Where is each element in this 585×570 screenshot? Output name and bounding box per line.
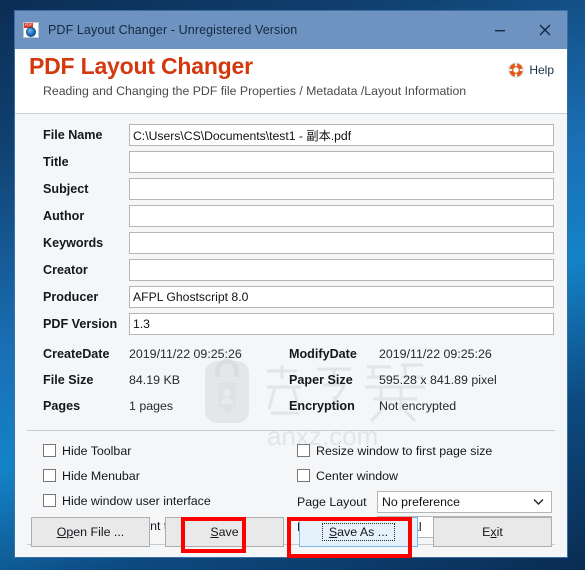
producer-input[interactable] xyxy=(129,286,554,308)
checkbox-label: Center window xyxy=(316,469,398,483)
checkbox-label: Hide window user interface xyxy=(62,494,211,508)
label-subject: Subject xyxy=(43,182,89,196)
divider xyxy=(27,430,555,431)
label-pdf-version: PDF Version xyxy=(43,317,118,331)
label-keywords: Keywords xyxy=(43,236,104,250)
value-pages: 1 pages xyxy=(129,399,174,413)
label-create-date: CreateDate xyxy=(43,347,110,361)
value-encryption: Not encrypted xyxy=(379,399,457,413)
button-bar: Open File ... Save Save As ... Exit xyxy=(15,509,567,557)
page-title: PDF Layout Changer xyxy=(29,53,253,79)
field-row-producer: Producer xyxy=(15,286,567,312)
window-controls xyxy=(477,11,567,49)
pdf-globe-icon: PDF xyxy=(23,22,39,38)
exit-button[interactable]: Exit xyxy=(433,517,552,547)
label-title: Title xyxy=(43,155,69,169)
header-band: PDF Layout Changer Reading and Changing … xyxy=(15,49,567,114)
field-row-creator: Creator xyxy=(15,259,567,285)
field-row-pdf-version: PDF Version xyxy=(15,313,567,339)
app-window: PDF PDF Layout Changer - Unregistered Ve… xyxy=(14,10,568,558)
pdf-version-input[interactable] xyxy=(129,313,554,335)
checkbox-box[interactable] xyxy=(43,469,56,482)
checkbox-label: Hide Toolbar xyxy=(62,444,132,458)
save-label: Save xyxy=(210,525,239,539)
metadata-row: Pages 1 pages Encryption Not encrypted xyxy=(15,399,567,424)
checkbox-label: Resize window to first page size xyxy=(316,444,493,458)
main-content: anxz.com File Name Title Subject Author … xyxy=(15,114,567,557)
label-modify-date: ModifyDate xyxy=(289,347,357,361)
field-row-author: Author xyxy=(15,205,567,231)
label-encryption: Encryption xyxy=(289,399,355,413)
checkbox-box[interactable] xyxy=(297,444,310,457)
author-input[interactable] xyxy=(129,205,554,227)
keywords-input[interactable] xyxy=(129,232,554,254)
field-row-subject: Subject xyxy=(15,178,567,204)
chevron-down-icon xyxy=(533,499,544,505)
field-row-file-name: File Name xyxy=(15,124,567,150)
open-file-button[interactable]: Open File ... xyxy=(31,517,150,547)
label-file-size: File Size xyxy=(43,373,94,387)
label-page-layout: Page Layout xyxy=(297,495,367,509)
exit-label: Exit xyxy=(482,525,503,539)
label-pages: Pages xyxy=(43,399,81,413)
label-producer: Producer xyxy=(43,290,99,304)
close-icon xyxy=(539,24,550,36)
checkbox-label: Hide Menubar xyxy=(62,469,140,483)
window-title: PDF Layout Changer - Unregistered Versio… xyxy=(48,23,298,37)
checkbox-hide-toolbar[interactable]: Hide Toolbar xyxy=(43,442,131,464)
label-author: Author xyxy=(43,209,85,223)
page-subtitle: Reading and Changing the PDF file Proper… xyxy=(43,84,467,98)
field-row-keywords: Keywords xyxy=(15,232,567,258)
title-bar[interactable]: PDF PDF Layout Changer - Unregistered Ve… xyxy=(15,11,567,49)
save-as-button[interactable]: Save As ... xyxy=(299,517,418,547)
checkbox-box[interactable] xyxy=(43,444,56,457)
checkbox-hide-menubar[interactable]: Hide Menubar xyxy=(43,467,140,489)
page-layout-value: No preference xyxy=(382,495,460,509)
label-file-name: File Name xyxy=(43,128,103,142)
label-creator: Creator xyxy=(43,263,88,277)
value-paper-size: 595.28 x 841.89 pixel xyxy=(379,373,497,387)
metadata-row: File Size 84.19 KB Paper Size 595.28 x 8… xyxy=(15,373,567,398)
value-modify-date: 2019/11/22 09:25:26 xyxy=(379,347,492,361)
help-button[interactable]: Help xyxy=(508,62,554,78)
help-label: Help xyxy=(529,63,554,77)
file-name-input[interactable] xyxy=(129,124,554,146)
metadata-row: CreateDate 2019/11/22 09:25:26 ModifyDat… xyxy=(15,347,567,372)
minimize-icon xyxy=(494,30,505,32)
field-row-title: Title xyxy=(15,151,567,177)
value-file-size: 84.19 KB xyxy=(129,373,180,387)
subject-input[interactable] xyxy=(129,178,554,200)
label-paper-size: Paper Size xyxy=(289,373,353,387)
life-ring-icon xyxy=(508,62,525,78)
save-as-label: Save As ... xyxy=(321,523,396,541)
save-button[interactable]: Save xyxy=(165,517,284,547)
title-input[interactable] xyxy=(129,151,554,173)
value-create-date: 2019/11/22 09:25:26 xyxy=(129,347,242,361)
checkbox-resize-window-to-first-page-size[interactable]: Resize window to first page size xyxy=(297,442,492,464)
checkbox-box[interactable] xyxy=(297,469,310,482)
close-button[interactable] xyxy=(522,11,567,49)
checkbox-box[interactable] xyxy=(43,494,56,507)
creator-input[interactable] xyxy=(129,259,554,281)
minimize-button[interactable] xyxy=(477,11,522,49)
open-file-label: Open File ... xyxy=(56,525,125,539)
checkbox-center-window[interactable]: Center window xyxy=(297,467,398,489)
